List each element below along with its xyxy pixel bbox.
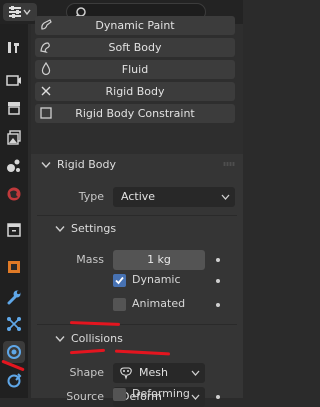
remove-x-icon [41, 86, 51, 96]
deforming-checkbox[interactable] [113, 388, 126, 401]
tab-modifiers[interactable] [3, 286, 25, 308]
tab-render[interactable] [3, 69, 25, 91]
deforming-label: Deforming [132, 387, 190, 400]
dynamic-paint-label: Dynamic Paint [95, 19, 175, 32]
shape-dropdown[interactable]: Mesh [113, 363, 205, 383]
constraints-icon [7, 373, 22, 388]
rigid-body-panel: Rigid Body Type Active Settings Mass 1 k… [31, 154, 243, 407]
shape-value: Mesh [139, 366, 168, 379]
rigid-body-button[interactable]: Rigid Body [35, 82, 235, 101]
keyframe-dot[interactable] [216, 395, 220, 399]
soft-body-label: Soft Body [108, 41, 162, 54]
collection-icon [7, 223, 21, 237]
animated-label: Animated [132, 297, 186, 310]
physics-icon [7, 345, 21, 359]
properties-content: Dynamic Paint Soft Body Fluid Rigid Body… [31, 16, 243, 407]
checkmark-icon [115, 276, 124, 285]
tab-particles[interactable] [3, 313, 25, 335]
view-layer-icon [7, 130, 21, 145]
tool-icon [8, 42, 19, 53]
type-value: Active [121, 190, 156, 203]
animated-checkbox[interactable] [113, 298, 126, 311]
rigid-body-constraint-button[interactable]: Rigid Body Constraint [35, 104, 235, 123]
fluid-label: Fluid [121, 63, 149, 76]
tab-scene[interactable] [3, 155, 25, 177]
chevron-down-icon [41, 162, 51, 169]
chevron-down-icon [191, 394, 200, 400]
type-dropdown[interactable]: Active [113, 187, 235, 207]
render-icon [6, 75, 21, 86]
collisions-subpanel-title[interactable]: Collisions [71, 329, 123, 349]
mesh-shape-icon [120, 367, 132, 380]
source-label: Source [66, 390, 104, 403]
scene-icon [7, 159, 20, 172]
properties-editor-icon [9, 6, 31, 18]
keyframe-dot[interactable] [216, 279, 220, 283]
dynamic-paint-button[interactable]: Dynamic Paint [35, 16, 235, 35]
mass-label: Mass [76, 253, 104, 266]
dynamic-paint-icon [41, 19, 52, 30]
editor-type-button[interactable] [3, 3, 37, 21]
rigid-body-panel-title[interactable]: Rigid Body [57, 155, 116, 175]
tab-collection[interactable] [3, 219, 25, 241]
object-icon [8, 261, 20, 273]
shape-label: Shape [69, 366, 104, 379]
rigid-body-constraint-icon [40, 107, 52, 119]
panel-drag-handle[interactable] [223, 162, 235, 166]
type-label: Type [78, 190, 104, 203]
divider [37, 215, 237, 216]
chevron-down-icon [191, 370, 200, 376]
properties-tab-bar [0, 24, 28, 398]
wrench-icon [7, 290, 21, 305]
rigid-body-constraint-label: Rigid Body Constraint [75, 107, 195, 120]
dynamic-label: Dynamic [132, 273, 181, 286]
tab-tool[interactable] [3, 36, 25, 58]
mass-field[interactable]: 1 kg [113, 250, 205, 270]
keyframe-dot[interactable] [216, 303, 220, 307]
chevron-down-icon [55, 226, 65, 233]
settings-subpanel-title[interactable]: Settings [71, 219, 116, 239]
tab-object[interactable] [3, 256, 25, 278]
keyframe-dot[interactable] [216, 258, 220, 262]
divider [37, 324, 237, 325]
dynamic-checkbox[interactable] [113, 274, 126, 287]
tab-view-layer[interactable] [3, 127, 25, 149]
tab-physics[interactable] [3, 341, 25, 363]
tab-world[interactable] [3, 183, 25, 205]
rigid-body-label: Rigid Body [105, 85, 165, 98]
particles-icon [7, 317, 21, 331]
output-icon [8, 102, 20, 115]
tab-constraints[interactable] [3, 369, 25, 391]
world-icon [7, 187, 21, 201]
chevron-down-icon [221, 194, 230, 200]
tab-output[interactable] [3, 97, 25, 119]
chevron-down-icon [55, 336, 65, 343]
